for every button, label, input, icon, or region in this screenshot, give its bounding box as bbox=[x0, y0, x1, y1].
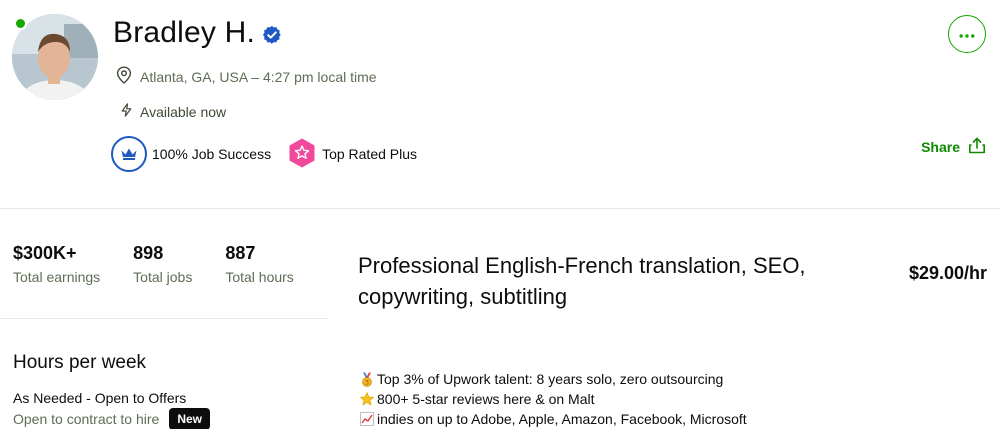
top-rated-plus-label: Top Rated Plus bbox=[322, 146, 418, 162]
more-dots-icon bbox=[959, 25, 975, 43]
more-options-button[interactable] bbox=[948, 15, 986, 53]
stat-value: 898 bbox=[133, 243, 164, 263]
overview-text: indies on up to Adobe, Apple, Amazon, Fa… bbox=[377, 411, 747, 427]
share-label: Share bbox=[921, 139, 960, 155]
share-icon bbox=[968, 137, 986, 157]
overview-line: 800+ 5-star reviews here & on Malt bbox=[359, 389, 747, 409]
stats-row: $300K+ Total earnings 898 Total jobs 887… bbox=[13, 242, 327, 285]
stat-value: 887 bbox=[225, 243, 256, 263]
divider bbox=[0, 208, 1000, 209]
share-button[interactable]: Share bbox=[921, 137, 986, 157]
profile-title: Professional English-French translation,… bbox=[358, 253, 806, 309]
profile-page: Bradley H. Atlanta, GA, USA – 4:27 pm lo… bbox=[0, 0, 1000, 429]
job-success-label: 100% Job Success bbox=[152, 146, 272, 162]
star-icon bbox=[359, 392, 374, 407]
stat-label: Total hours bbox=[225, 269, 294, 285]
stat-label: Total jobs bbox=[133, 269, 193, 285]
hours-per-week-value: As Needed - Open to Offers bbox=[13, 390, 187, 406]
overview-line: 3 Top 3% of Upwork talent: 8 years solo,… bbox=[359, 369, 747, 389]
chart-icon bbox=[359, 412, 374, 427]
medal-icon: 3 bbox=[359, 372, 374, 387]
overview-text: 800+ 5-star reviews here & on Malt bbox=[377, 391, 595, 407]
profile-name: Bradley H. bbox=[113, 16, 256, 49]
divider bbox=[0, 318, 328, 319]
availability-text: Available now bbox=[140, 103, 227, 120]
star-hexagon-icon bbox=[287, 137, 317, 172]
top-rated-plus-badge[interactable]: Top Rated Plus bbox=[287, 137, 417, 172]
stat-label: Total earnings bbox=[13, 269, 101, 285]
contract-to-hire-text: Open to contract to hire bbox=[13, 411, 160, 427]
verified-icon bbox=[263, 26, 281, 44]
svg-text:3: 3 bbox=[365, 379, 369, 386]
overview-text: Top 3% of Upwork talent: 8 years solo, z… bbox=[377, 371, 724, 387]
stat-total-earnings: $300K+ Total earnings bbox=[13, 242, 100, 285]
hours-per-week-title: Hours per week bbox=[13, 352, 147, 373]
hourly-rate: $29.00/hr bbox=[908, 263, 987, 283]
location-text: Atlanta, GA, USA – 4:27 pm local time bbox=[140, 68, 377, 85]
stat-value: $300K+ bbox=[13, 243, 77, 263]
location-pin-icon bbox=[116, 66, 132, 87]
crown-icon bbox=[111, 136, 147, 172]
stat-total-hours: 887 Total hours bbox=[225, 242, 293, 285]
overview-line: indies on up to Adobe, Apple, Amazon, Fa… bbox=[359, 409, 747, 429]
contract-to-hire-row: Open to contract to hire New bbox=[13, 408, 210, 429]
online-status-dot bbox=[14, 17, 27, 30]
new-badge: New bbox=[169, 408, 210, 429]
job-success-badge[interactable]: 100% Job Success bbox=[111, 136, 271, 172]
avatar[interactable] bbox=[12, 14, 98, 100]
stat-total-jobs: 898 Total jobs bbox=[133, 242, 192, 285]
profile-overview: 3 Top 3% of Upwork talent: 8 years solo,… bbox=[359, 369, 747, 429]
lightning-icon bbox=[121, 103, 132, 120]
